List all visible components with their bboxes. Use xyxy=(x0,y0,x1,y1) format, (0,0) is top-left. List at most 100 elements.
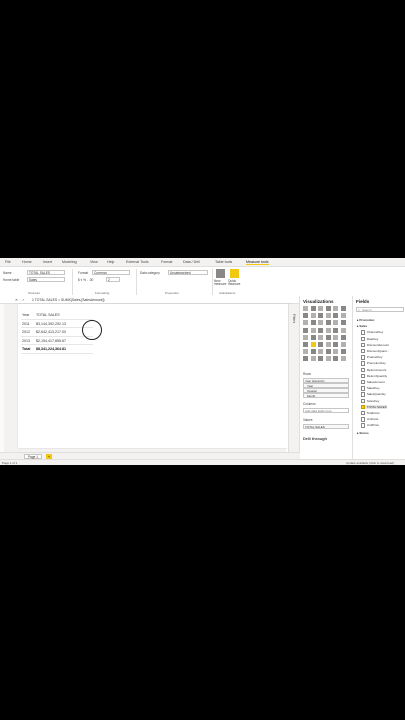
visual-type-icon[interactable] xyxy=(340,327,346,333)
visual-type-icon[interactable] xyxy=(325,320,331,326)
decimal-places-input[interactable]: 2 xyxy=(106,277,120,282)
visual-type-icon[interactable] xyxy=(303,313,308,319)
visual-type-icon[interactable] xyxy=(318,342,323,347)
menu-item[interactable]: Table tools xyxy=(215,260,232,264)
menu-item[interactable]: Modeling xyxy=(62,260,77,264)
visual-type-icon[interactable] xyxy=(310,320,316,326)
checkbox[interactable] xyxy=(361,355,366,360)
data-category-select[interactable]: Uncategorized xyxy=(168,270,208,275)
field-item[interactable]: ChannelKey xyxy=(361,330,383,335)
filters-label[interactable]: Filters xyxy=(292,314,296,323)
menu-item[interactable]: Data / Drill xyxy=(183,260,200,264)
column-header-total-sales[interactable]: TOTAL SALES xyxy=(36,313,60,317)
visual-type-icon[interactable] xyxy=(303,320,308,326)
menu-item[interactable]: Help xyxy=(107,260,114,264)
visual-type-icon[interactable] xyxy=(333,327,338,333)
columns-drop-zone[interactable]: Add data fields here xyxy=(303,408,349,413)
visual-type-icon[interactable] xyxy=(303,306,308,311)
checkbox[interactable] xyxy=(361,411,366,416)
visual-type-icon[interactable] xyxy=(333,356,338,362)
checkbox[interactable] xyxy=(361,349,366,354)
checkbox[interactable] xyxy=(361,380,366,385)
field-item[interactable]: TotalCost xyxy=(361,411,379,416)
field-item[interactable]: SalesKey xyxy=(361,386,380,391)
update-notice[interactable]: Update available (click to download) xyxy=(346,461,394,465)
visual-type-icon[interactable] xyxy=(310,334,316,340)
visual-type-icon[interactable] xyxy=(325,342,331,347)
visual-type-icon[interactable] xyxy=(340,342,346,347)
checkbox[interactable] xyxy=(361,404,366,410)
visual-type-icon[interactable] xyxy=(318,356,323,362)
menu-item[interactable]: View xyxy=(90,260,98,264)
field-item[interactable]: UnitPrice xyxy=(361,423,379,428)
close-icon[interactable]: ✕ xyxy=(15,298,18,302)
field-item[interactable]: PromotionKey xyxy=(361,361,386,366)
checkbox[interactable] xyxy=(361,392,366,397)
field-group[interactable]: ▸ Sales xyxy=(357,324,367,328)
visual-type-icon[interactable] xyxy=(325,334,331,340)
visual-type-icon[interactable] xyxy=(318,306,323,311)
check-icon[interactable]: ✓ xyxy=(22,298,25,302)
menu-item[interactable]: Measure tools xyxy=(246,260,269,265)
visual-type-icon[interactable] xyxy=(318,334,323,340)
checkbox[interactable] xyxy=(361,423,366,428)
visual-type-icon[interactable] xyxy=(340,320,346,326)
checkbox[interactable] xyxy=(361,367,366,372)
visual-type-icon[interactable] xyxy=(333,306,338,311)
visual-type-icon[interactable] xyxy=(333,320,338,326)
visual-type-icon[interactable] xyxy=(310,306,316,311)
rows-item[interactable]: Year xyxy=(303,383,349,388)
visual-type-icon[interactable] xyxy=(340,356,346,362)
field-item[interactable]: DiscountAmount xyxy=(361,342,389,348)
visual-type-icon[interactable] xyxy=(325,349,331,355)
visual-type-icon[interactable] xyxy=(318,327,323,333)
field-item[interactable]: ReturnQuantity xyxy=(361,373,387,379)
menu-item[interactable]: File xyxy=(5,260,11,264)
checkbox[interactable] xyxy=(361,417,366,422)
field-item[interactable]: SalesAmount xyxy=(361,380,385,385)
checkbox[interactable] xyxy=(361,398,366,403)
checkbox[interactable] xyxy=(361,386,366,391)
checkbox[interactable] xyxy=(361,361,366,366)
visual-type-icon[interactable] xyxy=(340,349,346,355)
visual-type-icon[interactable] xyxy=(310,356,316,362)
format-select[interactable]: Currency xyxy=(92,270,130,275)
visual-type-icon[interactable] xyxy=(333,313,338,319)
field-group[interactable]: ▸ Stores xyxy=(357,431,369,435)
menu-item[interactable]: Insert xyxy=(43,260,52,264)
visual-type-icon[interactable] xyxy=(325,356,331,362)
visual-type-icon[interactable] xyxy=(303,342,308,347)
visual-type-icon[interactable] xyxy=(340,313,346,319)
quick-measure-icon[interactable] xyxy=(230,269,239,278)
quick-measure-label[interactable]: Quick measure xyxy=(228,279,242,287)
column-header-year[interactable]: Year xyxy=(22,313,29,317)
visual-type-icon[interactable] xyxy=(310,342,316,347)
visual-type-icon[interactable] xyxy=(333,342,338,347)
field-item[interactable]: ReturnAmount xyxy=(361,367,386,372)
visual-type-icon[interactable] xyxy=(318,313,323,319)
home-table-select[interactable]: Sales xyxy=(27,277,65,282)
visual-type-icon[interactable] xyxy=(318,320,323,326)
rows-item[interactable]: Month xyxy=(303,393,349,398)
formula-bar[interactable]: ✕ ✓ 1 TOTAL SALES = SUMX(Sales,[SalesAmo… xyxy=(0,296,300,304)
visual-type-icon[interactable] xyxy=(310,349,316,355)
fields-search-input[interactable]: ⌕ Search xyxy=(356,307,404,312)
field-group[interactable]: ▸ Promotion xyxy=(357,318,374,322)
visual-type-icon[interactable] xyxy=(325,306,331,311)
checkbox[interactable] xyxy=(361,373,366,379)
menu-item[interactable]: Format xyxy=(161,260,172,264)
field-item[interactable]: DateKey xyxy=(361,336,378,341)
visual-type-icon[interactable] xyxy=(325,313,331,319)
checkbox[interactable] xyxy=(361,336,366,341)
visual-type-icon[interactable] xyxy=(303,349,308,355)
visual-type-icon[interactable] xyxy=(303,334,308,340)
visual-type-icon[interactable] xyxy=(340,334,346,340)
formula-text[interactable]: 1 TOTAL SALES = SUMX(Sales,[SalesAmount]… xyxy=(32,298,105,302)
checkbox[interactable] xyxy=(361,330,366,335)
menu-item[interactable]: Home xyxy=(22,260,32,264)
rows-item[interactable]: Quarter xyxy=(303,388,349,393)
menu-item[interactable]: External Tools xyxy=(126,260,149,264)
currency-symbol-icon[interactable]: $ ▾ % ˒ .00 xyxy=(78,278,93,282)
new-measure-label[interactable]: New measure xyxy=(214,279,228,287)
field-item[interactable]: DiscountQuant... xyxy=(361,349,389,354)
